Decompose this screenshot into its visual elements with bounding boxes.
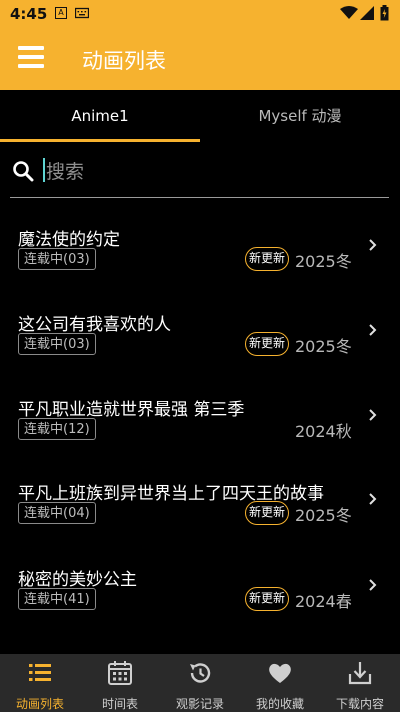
chevron-right-icon bbox=[369, 579, 377, 591]
nav-anime-list[interactable]: 动画列表 bbox=[0, 654, 80, 712]
status-bar: 4:45 A bbox=[0, 0, 400, 28]
app-bar: 动画列表 bbox=[0, 28, 400, 90]
nav-label: 下载内容 bbox=[335, 697, 384, 711]
nav-favorites[interactable]: 我的收藏 bbox=[240, 654, 320, 712]
status-badge: 连载中(12) bbox=[18, 418, 96, 440]
hamburger-menu-icon[interactable] bbox=[18, 46, 44, 68]
signal-icon bbox=[360, 6, 374, 20]
nav-label: 动画列表 bbox=[15, 697, 64, 711]
status-badge: 连载中(03) bbox=[18, 248, 96, 270]
nav-label: 我的收藏 bbox=[255, 697, 304, 711]
keyboard-icon bbox=[75, 7, 89, 19]
battery-icon bbox=[380, 5, 389, 21]
nav-schedule[interactable]: 时间表 bbox=[80, 654, 160, 712]
chevron-right-icon bbox=[369, 493, 377, 505]
new-update-badge: 新更新 bbox=[245, 587, 289, 611]
nav-label: 时间表 bbox=[101, 697, 138, 711]
list-item[interactable]: 魔法使的约定 连载中(03) 新更新 2025冬 bbox=[0, 200, 400, 285]
status-badge: 连载中(03) bbox=[18, 333, 96, 355]
season-label: 2025冬 bbox=[295, 337, 352, 356]
text-cursor bbox=[43, 158, 45, 182]
status-time: 4:45 bbox=[10, 5, 48, 23]
tab-label: Anime1 bbox=[71, 107, 129, 125]
anime-title: 秘密的美妙公主 bbox=[18, 570, 137, 590]
anime-title: 这公司有我喜欢的人 bbox=[18, 315, 171, 335]
anime-title: 魔法使的约定 bbox=[18, 230, 120, 250]
new-update-badge: 新更新 bbox=[245, 247, 289, 271]
tab-anime1[interactable]: Anime1 bbox=[0, 90, 200, 142]
new-update-badge: 新更新 bbox=[245, 501, 289, 525]
new-update-badge: 新更新 bbox=[245, 332, 289, 356]
nav-downloads[interactable]: 下载内容 bbox=[320, 654, 400, 712]
anime-list: 魔法使的约定 连载中(03) 新更新 2025冬 这公司有我喜欢的人 连载中(0… bbox=[0, 200, 400, 652]
tab-myself[interactable]: Myself 动漫 bbox=[200, 90, 400, 142]
history-icon bbox=[190, 663, 211, 683]
search-placeholder: 搜索 bbox=[46, 161, 85, 183]
wifi-icon bbox=[340, 6, 358, 19]
chevron-right-icon bbox=[369, 324, 377, 336]
nav-label: 观影记录 bbox=[175, 697, 224, 711]
chevron-right-icon bbox=[369, 239, 377, 251]
source-tabs: Anime1 Myself 动漫 bbox=[0, 90, 400, 142]
season-label: 2025冬 bbox=[295, 252, 352, 271]
tab-label: Myself 动漫 bbox=[258, 107, 342, 125]
search-field[interactable]: 搜索 bbox=[10, 148, 389, 198]
search-icon bbox=[13, 161, 34, 182]
download-icon bbox=[348, 662, 372, 685]
status-badge: 连载中(04) bbox=[18, 502, 96, 524]
list-item[interactable]: 平凡职业造就世界最强 第三季 连载中(12) 2024秋 bbox=[0, 370, 400, 455]
nav-watch-history[interactable]: 观影记录 bbox=[160, 654, 240, 712]
list-icon bbox=[29, 664, 51, 681]
bottom-navigation: 动画列表 时间表 观影记录 我的收藏 下载内容 bbox=[0, 654, 400, 712]
list-item[interactable]: 这公司有我喜欢的人 连载中(03) 新更新 2025冬 bbox=[0, 285, 400, 370]
notification-a-icon: A bbox=[55, 7, 67, 19]
anime-title: 平凡职业造就世界最强 第三季 bbox=[18, 400, 245, 420]
heart-icon bbox=[269, 663, 291, 683]
list-item[interactable]: 秘密的美妙公主 连载中(41) 新更新 2024春 bbox=[0, 540, 400, 625]
list-item[interactable]: 平凡上班族到异世界当上了四天王的故事 连载中(04) 新更新 2025冬 bbox=[0, 454, 400, 539]
page-title: 动画列表 bbox=[82, 49, 166, 73]
season-label: 2024春 bbox=[295, 592, 352, 611]
season-label: 2024秋 bbox=[295, 422, 352, 441]
calendar-icon bbox=[108, 661, 132, 685]
chevron-right-icon bbox=[369, 409, 377, 421]
status-badge: 连载中(41) bbox=[18, 588, 96, 610]
season-label: 2025冬 bbox=[295, 506, 352, 525]
tab-indicator bbox=[0, 139, 200, 142]
